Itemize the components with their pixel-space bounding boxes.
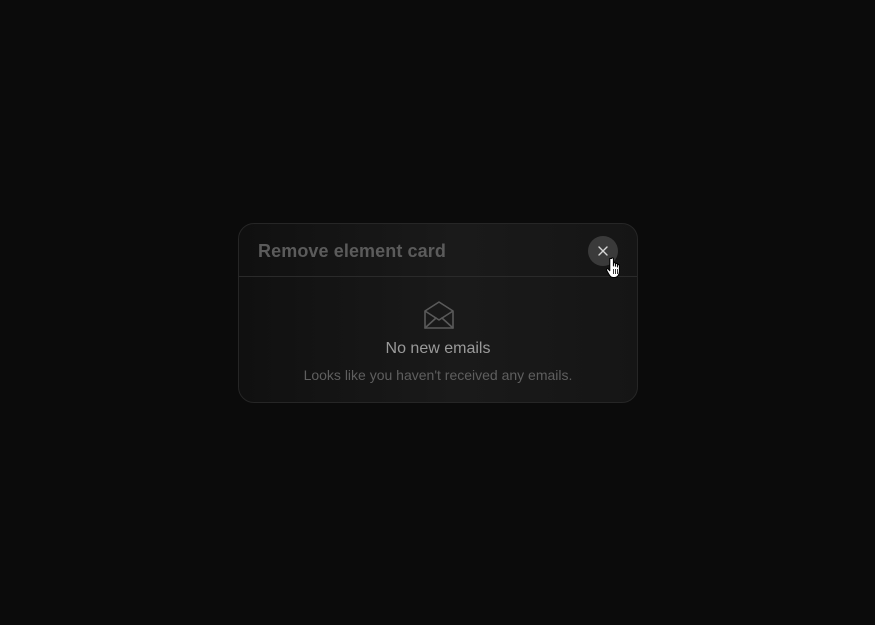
close-button[interactable]: [588, 236, 618, 266]
empty-state-subtitle: Looks like you haven't received any emai…: [303, 367, 573, 383]
card-header: Remove element card: [239, 224, 637, 277]
empty-state-title: No new emails: [385, 340, 491, 357]
close-icon: [598, 246, 608, 256]
empty-state: No new emails Looks like you haven't rec…: [239, 277, 637, 402]
remove-element-card: Remove element card No new emails Looks …: [238, 223, 638, 403]
envelope-open-icon: [424, 301, 454, 329]
page-background: Remove element card No new emails Looks …: [0, 0, 875, 625]
card-title: Remove element card: [258, 241, 446, 261]
